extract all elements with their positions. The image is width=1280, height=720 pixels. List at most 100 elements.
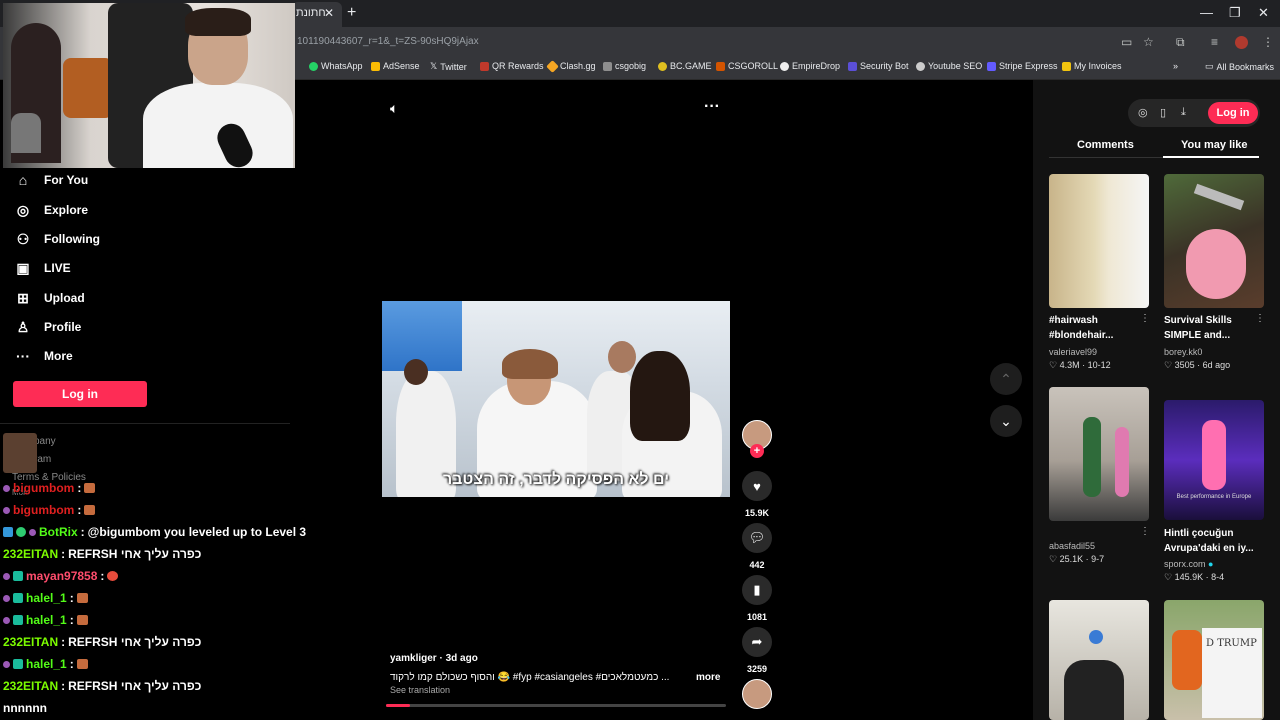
card-author[interactable]: sporx.com ● [1164,559,1213,569]
tab-close-icon[interactable]: ✕ [324,6,334,20]
bookmark-bcgame[interactable]: BC.GAME [658,61,712,71]
chat-text: REFRSH כפרה עליך אחי [68,547,202,561]
video-progress-bar[interactable] [386,704,726,707]
card-menu-icon[interactable]: ⋮ [1255,313,1265,324]
browser-menu-icon[interactable]: ⋮ [1262,35,1274,49]
volume-icon[interactable]: 🔈︎ [390,100,398,117]
bookmark-csgobig[interactable]: csgobig [603,61,646,71]
knife-icon [1193,183,1245,211]
card-title[interactable]: Hintli çocuğun Avrupa'daki en iy... [1164,526,1256,556]
nav-following[interactable]: ⚇ Following [14,227,100,251]
video-author[interactable]: yamkliger · 3d ago [390,653,478,664]
bookmark-empiredrop[interactable]: EmpireDrop [780,61,840,71]
next-video-button[interactable]: ⌄ [990,405,1022,437]
thumbnail-figure [1083,417,1101,497]
see-translation-link[interactable]: See translation [390,685,450,695]
extensions-icon[interactable]: ⧉ [1176,35,1185,50]
video-thumbnail[interactable] [1049,600,1149,720]
star-icon[interactable]: ☆ [1143,35,1154,49]
bookmark-stripe-express[interactable]: Stripe Express [987,61,1058,71]
close-window-icon[interactable]: ✕ [1258,5,1269,21]
bookmark-security-bot[interactable]: Security Bot [848,61,909,71]
bookmark-qr-rewards[interactable]: QR Rewards [480,61,544,71]
login-button-sidebar[interactable]: Log in [13,381,147,407]
chat-message: halel_1 : [3,657,88,671]
nav-profile[interactable]: ♙ Profile [14,315,82,339]
folder-icon: ▭ [1205,61,1214,71]
bookmark-adsense[interactable]: AdSense [371,61,420,71]
video-player[interactable]: ים לא הפסיקה לדבר, זה הצטבר [382,301,730,497]
video-thumbnail[interactable] [1049,174,1149,308]
heart-icon[interactable]: ♥ [742,471,772,501]
nav-live[interactable]: ▣ LIVE [14,256,70,280]
bookmark-icon[interactable]: ▮ [742,575,772,605]
chat-streamer-avatar [3,433,37,473]
chat-user: BotRix [39,525,78,539]
new-tab-icon[interactable]: + [347,4,356,22]
comment-icon[interactable]: 💬︎ [742,523,772,553]
video-thumbnail[interactable]: D TRUMP [1164,600,1264,720]
emote-icon [84,505,96,515]
card-title[interactable]: Survival Skills SIMPLE and... [1164,313,1256,343]
card-author[interactable]: borey.kk0 [1164,347,1202,357]
nav-label: For You [44,173,89,187]
video-frame-figure [630,351,690,441]
nav-more[interactable]: ··· More [14,344,73,368]
chat-message: halel_1 : [3,591,88,605]
minimize-icon[interactable]: — [1200,5,1213,20]
bookmark-label: Youtube SEO [928,61,983,71]
phone-icon[interactable]: ▯ [1160,106,1166,119]
follow-plus-icon[interactable]: + [750,444,764,458]
bookmark-csgoroll[interactable]: CSGOROLL [716,61,778,71]
adsense-icon [371,61,380,71]
restore-icon[interactable]: ❐ [1229,5,1241,21]
bookmark-clash[interactable]: Clash.gg [546,59,596,73]
bookmarks-overflow-icon[interactable]: » [1173,61,1178,71]
bookmark-youtube-seo[interactable]: Youtube SEO [916,61,982,71]
tv-icon: ▣ [16,259,30,276]
video-thumbnail[interactable]: Best performance in Europe [1164,400,1264,520]
music-disc-avatar[interactable] [742,679,772,709]
card-title[interactable]: #hairwash #blondehair... [1049,313,1141,343]
bookmark-label: csgobig [615,61,647,71]
media-icon[interactable]: ≡ [1211,35,1218,49]
share-icon[interactable]: ➦ [742,627,772,657]
screen: חתונת ✕ + — ❐ ✕ 101190443607_r=1&_t=ZS-9… [0,0,1280,720]
nav-explore[interactable]: ◎ Explore [14,198,88,222]
all-bookmarks-label: All Bookmarks [1216,61,1275,72]
profile-avatar-icon[interactable] [1235,36,1248,49]
tab-you-may-like[interactable]: You may like [1181,139,1247,151]
caption-more-link[interactable]: more [696,672,720,683]
bookmark-whatsapp[interactable]: WhatsApp [309,61,363,71]
card-author[interactable]: abasfadil55 [1049,541,1095,551]
chat-message: BotRix : @bigumbom you leveled up to Lev… [3,525,306,539]
bookmark-twitter[interactable]: 𝕏 Twitter [430,61,467,72]
all-bookmarks-button[interactable]: ▭ All Bookmarks [1205,61,1274,72]
footer-link-company[interactable]: pany [34,436,56,447]
download-icon[interactable]: ⤓ [1181,106,1186,119]
card-menu-icon[interactable]: ⋮ [1140,313,1150,324]
save-action[interactable]: ▮ 1081 [741,575,773,622]
video-frame-figure [404,359,428,385]
save-count: 1081 [746,612,768,622]
url-field[interactable]: 101190443607_r=1&_t=ZS-90sHQ9jAjax [297,36,479,47]
chat-user: bigumbom [13,503,75,517]
video-thumbnail[interactable] [1049,387,1149,521]
comment-action[interactable]: 💬︎ 442 [741,523,773,570]
share-action[interactable]: ➦ 3259 [741,627,773,674]
card-author[interactable]: valeriavel99 [1049,347,1097,357]
previous-video-button[interactable]: ⌃ [990,363,1022,395]
card-menu-icon[interactable]: ⋮ [1140,526,1150,537]
emote-icon [76,659,88,669]
explore-icon[interactable]: ◎ [1138,106,1148,119]
like-action[interactable]: ♥ 15.9K [741,471,773,518]
nav-upload[interactable]: ⊞ Upload [14,286,85,310]
cast-icon[interactable]: ▭ [1121,35,1132,49]
browser-tab[interactable]: חתונת [292,2,342,27]
tab-comments[interactable]: Comments [1077,139,1134,151]
video-thumbnail[interactable] [1164,174,1264,308]
login-button-header[interactable]: Log in [1208,102,1258,124]
more-options-icon[interactable]: ··· [704,98,720,116]
nav-for-you[interactable]: ⌂ For You [14,168,88,192]
bookmark-my-invoices[interactable]: My Invoices [1062,61,1122,71]
